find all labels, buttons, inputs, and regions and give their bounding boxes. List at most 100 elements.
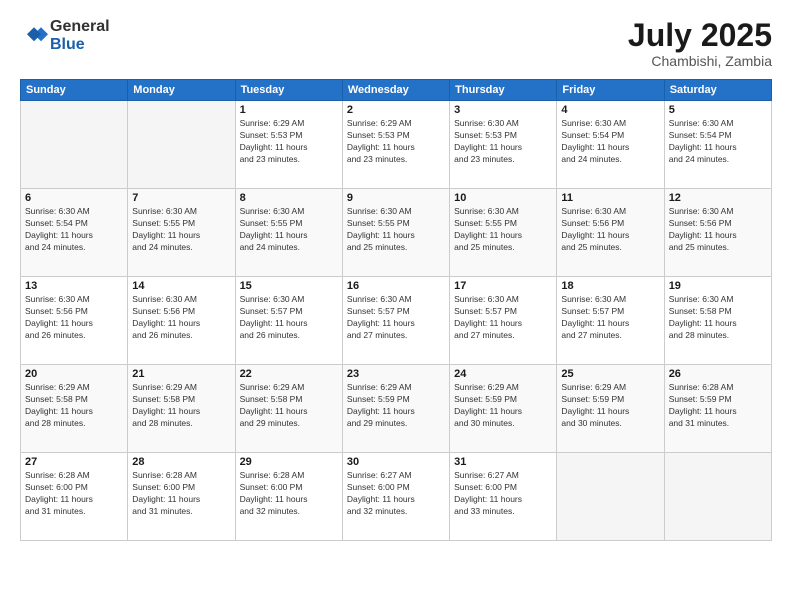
calendar-cell: 21 Sunrise: 6:29 AM Sunset: 5:58 PM Dayli…: [128, 365, 235, 453]
day-info: Sunrise: 6:29 AM Sunset: 5:58 PM Dayligh…: [25, 382, 123, 430]
day-info: Sunrise: 6:28 AM Sunset: 6:00 PM Dayligh…: [132, 470, 230, 518]
calendar-cell: 7 Sunrise: 6:30 AM Sunset: 5:55 PM Daylig…: [128, 189, 235, 277]
day-number: 20: [25, 368, 123, 380]
day-number: 12: [669, 192, 767, 204]
day-info: Sunrise: 6:30 AM Sunset: 5:55 PM Dayligh…: [240, 206, 338, 254]
day-info: Sunrise: 6:29 AM Sunset: 5:59 PM Dayligh…: [454, 382, 552, 430]
header-row: SundayMondayTuesdayWednesdayThursdayFrid…: [21, 80, 772, 101]
week-row-2: 13 Sunrise: 6:30 AM Sunset: 5:56 PM Dayli…: [21, 277, 772, 365]
calendar-cell: 19Sunrise: 6:30 AM Sunset: 5:58 PM Dayli…: [664, 277, 771, 365]
day-number: 13: [25, 280, 123, 292]
logo-blue: Blue: [50, 36, 110, 54]
day-number: 9: [347, 192, 445, 204]
calendar-cell: 18Sunrise: 6:30 AM Sunset: 5:57 PM Dayli…: [557, 277, 664, 365]
calendar-cell: 29 Sunrise: 6:28 AM Sunset: 6:00 PM Dayli…: [235, 453, 342, 541]
calendar-cell: 27 Sunrise: 6:28 AM Sunset: 6:00 PM Dayli…: [21, 453, 128, 541]
day-number: 16: [347, 280, 445, 292]
day-number: 29: [240, 456, 338, 468]
day-number: 28: [132, 456, 230, 468]
week-row-1: 6 Sunrise: 6:30 AM Sunset: 5:54 PM Daylig…: [21, 189, 772, 277]
day-info: Sunrise: 6:30 AM Sunset: 5:57 PM Dayligh…: [561, 294, 659, 342]
header-cell-friday: Friday: [557, 80, 664, 101]
calendar-cell: 13 Sunrise: 6:30 AM Sunset: 5:56 PM Dayli…: [21, 277, 128, 365]
day-number: 23: [347, 368, 445, 380]
day-info: Sunrise: 6:30 AM Sunset: 5:58 PM Dayligh…: [669, 294, 767, 342]
calendar-cell: 28 Sunrise: 6:28 AM Sunset: 6:00 PM Dayli…: [128, 453, 235, 541]
calendar-cell: [21, 101, 128, 189]
calendar-cell: 24Sunrise: 6:29 AM Sunset: 5:59 PM Dayli…: [450, 365, 557, 453]
calendar-cell: 4Sunrise: 6:30 AM Sunset: 5:54 PM Daylig…: [557, 101, 664, 189]
day-info: Sunrise: 6:29 AM Sunset: 5:53 PM Dayligh…: [347, 118, 445, 166]
title-block: July 2025 Chambishi, Zambia: [628, 18, 772, 69]
calendar-cell: 23 Sunrise: 6:29 AM Sunset: 5:59 PM Dayli…: [342, 365, 449, 453]
calendar-cell: 14 Sunrise: 6:30 AM Sunset: 5:56 PM Dayli…: [128, 277, 235, 365]
day-info: Sunrise: 6:29 AM Sunset: 5:59 PM Dayligh…: [347, 382, 445, 430]
calendar-table: SundayMondayTuesdayWednesdayThursdayFrid…: [20, 79, 772, 541]
day-info: Sunrise: 6:28 AM Sunset: 6:00 PM Dayligh…: [240, 470, 338, 518]
day-number: 30: [347, 456, 445, 468]
week-row-3: 20 Sunrise: 6:29 AM Sunset: 5:58 PM Dayli…: [21, 365, 772, 453]
day-info: Sunrise: 6:30 AM Sunset: 5:55 PM Dayligh…: [132, 206, 230, 254]
calendar-cell: 1Sunrise: 6:29 AM Sunset: 5:53 PM Daylig…: [235, 101, 342, 189]
logo: General Blue: [20, 18, 110, 53]
header-cell-sunday: Sunday: [21, 80, 128, 101]
logo-icon: [20, 22, 48, 50]
day-info: Sunrise: 6:30 AM Sunset: 5:56 PM Dayligh…: [132, 294, 230, 342]
day-info: Sunrise: 6:27 AM Sunset: 6:00 PM Dayligh…: [347, 470, 445, 518]
location: Chambishi, Zambia: [628, 53, 772, 69]
day-info: Sunrise: 6:29 AM Sunset: 5:58 PM Dayligh…: [240, 382, 338, 430]
header-cell-wednesday: Wednesday: [342, 80, 449, 101]
calendar-cell: [128, 101, 235, 189]
calendar-cell: 12 Sunrise: 6:30 AM Sunset: 5:56 PM Dayli…: [664, 189, 771, 277]
header-cell-thursday: Thursday: [450, 80, 557, 101]
day-info: Sunrise: 6:30 AM Sunset: 5:57 PM Dayligh…: [454, 294, 552, 342]
calendar-cell: 2Sunrise: 6:29 AM Sunset: 5:53 PM Daylig…: [342, 101, 449, 189]
calendar-cell: 16 Sunrise: 6:30 AM Sunset: 5:57 PM Dayli…: [342, 277, 449, 365]
day-number: 25: [561, 368, 659, 380]
day-info: Sunrise: 6:29 AM Sunset: 5:59 PM Dayligh…: [561, 382, 659, 430]
header-cell-tuesday: Tuesday: [235, 80, 342, 101]
day-number: 6: [25, 192, 123, 204]
day-number: 31: [454, 456, 552, 468]
calendar-cell: [664, 453, 771, 541]
calendar-cell: [557, 453, 664, 541]
day-info: Sunrise: 6:30 AM Sunset: 5:53 PM Dayligh…: [454, 118, 552, 166]
calendar-cell: 30 Sunrise: 6:27 AM Sunset: 6:00 PM Dayli…: [342, 453, 449, 541]
day-info: Sunrise: 6:30 AM Sunset: 5:54 PM Dayligh…: [25, 206, 123, 254]
day-number: 7: [132, 192, 230, 204]
page: General Blue July 2025 Chambishi, Zambia…: [0, 0, 792, 612]
day-info: Sunrise: 6:29 AM Sunset: 5:58 PM Dayligh…: [132, 382, 230, 430]
month-title: July 2025: [628, 18, 772, 53]
day-number: 27: [25, 456, 123, 468]
day-number: 15: [240, 280, 338, 292]
day-info: Sunrise: 6:29 AM Sunset: 5:53 PM Dayligh…: [240, 118, 338, 166]
day-info: Sunrise: 6:30 AM Sunset: 5:57 PM Dayligh…: [347, 294, 445, 342]
calendar-cell: 25 Sunrise: 6:29 AM Sunset: 5:59 PM Dayli…: [557, 365, 664, 453]
calendar-cell: 3 Sunrise: 6:30 AM Sunset: 5:53 PM Daylig…: [450, 101, 557, 189]
calendar-cell: 20 Sunrise: 6:29 AM Sunset: 5:58 PM Dayli…: [21, 365, 128, 453]
calendar-body: 1Sunrise: 6:29 AM Sunset: 5:53 PM Daylig…: [21, 101, 772, 541]
day-number: 3: [454, 104, 552, 116]
day-number: 26: [669, 368, 767, 380]
calendar-cell: 11Sunrise: 6:30 AM Sunset: 5:56 PM Dayli…: [557, 189, 664, 277]
day-info: Sunrise: 6:30 AM Sunset: 5:55 PM Dayligh…: [347, 206, 445, 254]
calendar-cell: 31Sunrise: 6:27 AM Sunset: 6:00 PM Dayli…: [450, 453, 557, 541]
header-cell-monday: Monday: [128, 80, 235, 101]
calendar-cell: 9 Sunrise: 6:30 AM Sunset: 5:55 PM Daylig…: [342, 189, 449, 277]
day-number: 14: [132, 280, 230, 292]
calendar-cell: 8Sunrise: 6:30 AM Sunset: 5:55 PM Daylig…: [235, 189, 342, 277]
calendar-cell: 15Sunrise: 6:30 AM Sunset: 5:57 PM Dayli…: [235, 277, 342, 365]
day-number: 10: [454, 192, 552, 204]
day-number: 11: [561, 192, 659, 204]
calendar-cell: 26Sunrise: 6:28 AM Sunset: 5:59 PM Dayli…: [664, 365, 771, 453]
day-info: Sunrise: 6:30 AM Sunset: 5:56 PM Dayligh…: [25, 294, 123, 342]
day-number: 21: [132, 368, 230, 380]
day-number: 22: [240, 368, 338, 380]
day-info: Sunrise: 6:30 AM Sunset: 5:56 PM Dayligh…: [669, 206, 767, 254]
day-info: Sunrise: 6:30 AM Sunset: 5:54 PM Dayligh…: [669, 118, 767, 166]
calendar-cell: 22 Sunrise: 6:29 AM Sunset: 5:58 PM Dayli…: [235, 365, 342, 453]
calendar-cell: 5Sunrise: 6:30 AM Sunset: 5:54 PM Daylig…: [664, 101, 771, 189]
day-info: Sunrise: 6:28 AM Sunset: 6:00 PM Dayligh…: [25, 470, 123, 518]
day-number: 17: [454, 280, 552, 292]
week-row-4: 27 Sunrise: 6:28 AM Sunset: 6:00 PM Dayli…: [21, 453, 772, 541]
